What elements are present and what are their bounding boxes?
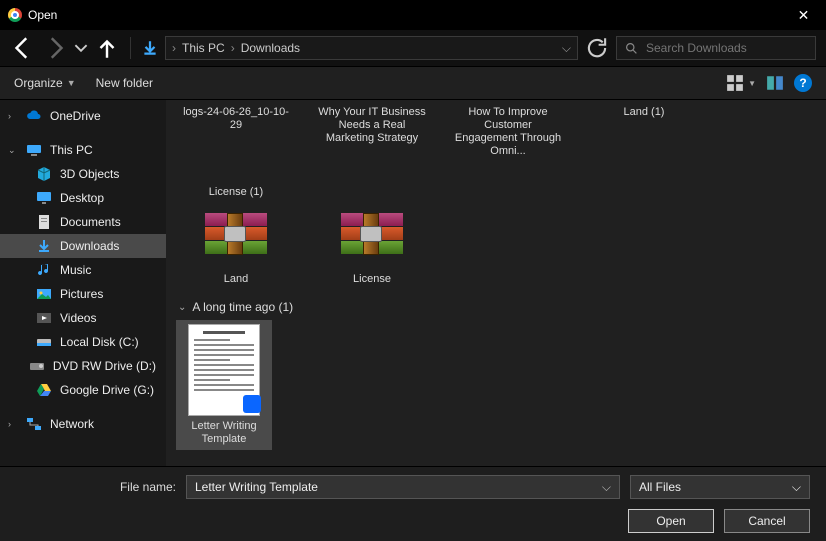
cloud-icon — [26, 108, 42, 124]
sidebar-item-dvd-rw-drive-d-[interactable]: DVD RW Drive (D:) — [0, 354, 166, 378]
filename-value: Letter Writing Template — [195, 480, 318, 494]
file-label: logs-24-06-26_10-10-29 — [181, 106, 291, 132]
filename-input[interactable]: Letter Writing Template ⌵ — [186, 475, 620, 499]
organize-menu[interactable]: Organize ▼ — [14, 76, 76, 90]
navigation-pane: › OneDrive ⌄ This PC 3D Objects Desktop … — [0, 100, 166, 466]
search-box[interactable] — [616, 36, 816, 60]
file-label: Land — [224, 273, 248, 286]
sidebar-item-label: Music — [60, 263, 91, 277]
sidebar-item-desktop[interactable]: Desktop — [0, 186, 166, 210]
file-label: Why Your IT Business Needs a Real Market… — [317, 106, 427, 145]
close-button[interactable]: ✕ — [781, 0, 826, 30]
search-input[interactable] — [646, 41, 807, 55]
download-location-icon — [141, 39, 159, 57]
file-item[interactable]: License (1) — [176, 178, 296, 203]
picture-icon — [36, 286, 52, 302]
preview-pane-button[interactable] — [766, 74, 784, 92]
chevron-down-icon: ⌵ — [792, 480, 801, 495]
pc-icon — [26, 142, 42, 158]
sidebar-item-label: Desktop — [60, 191, 104, 205]
chevron-right-icon: › — [231, 41, 235, 55]
sidebar-item-label: Downloads — [60, 239, 119, 253]
sidebar-item-google-drive-g-[interactable]: Google Drive (G:) — [0, 378, 166, 402]
recent-locations-dropdown[interactable] — [74, 35, 88, 61]
file-item[interactable]: Land — [176, 209, 296, 290]
file-label: Land (1) — [624, 106, 665, 119]
new-folder-label: New folder — [96, 76, 153, 90]
file-label: Letter Writing Template — [180, 420, 268, 446]
group-label: A long time ago (1) — [192, 300, 293, 314]
network-icon — [26, 416, 42, 432]
file-item[interactable]: logs-24-06-26_10-10-29 — [176, 100, 296, 162]
sidebar-label: Network — [50, 417, 94, 431]
archive-icon — [340, 213, 404, 269]
doc-icon — [36, 214, 52, 230]
chevron-right-icon: › — [172, 41, 176, 55]
organize-label: Organize — [14, 76, 63, 90]
sidebar-this-pc[interactable]: ⌄ This PC — [0, 138, 166, 162]
breadcrumb-downloads[interactable]: Downloads — [241, 41, 300, 55]
sidebar-item-local-disk-c-[interactable]: Local Disk (C:) — [0, 330, 166, 354]
file-item[interactable]: Land (1) — [584, 100, 704, 162]
sidebar-onedrive[interactable]: › OneDrive — [0, 104, 166, 128]
file-type-value: All Files — [639, 480, 681, 494]
desktop-icon — [36, 190, 52, 206]
sidebar-item-label: 3D Objects — [60, 167, 119, 181]
group-header[interactable]: ⌄ A long time ago (1) — [178, 300, 816, 314]
filename-label: File name: — [16, 480, 176, 494]
sidebar-label: OneDrive — [50, 109, 101, 123]
sidebar-item-label: Videos — [60, 311, 96, 325]
sidebar-label: This PC — [50, 143, 93, 157]
file-item[interactable]: How To Improve Customer Engagement Throu… — [448, 100, 568, 162]
sidebar-item-3d-objects[interactable]: 3D Objects — [0, 162, 166, 186]
app-icon — [8, 8, 22, 22]
refresh-button[interactable] — [584, 36, 610, 60]
sidebar-network[interactable]: › Network — [0, 412, 166, 436]
sidebar-item-videos[interactable]: Videos — [0, 306, 166, 330]
sidebar-item-label: Documents — [60, 215, 121, 229]
disk-icon — [36, 334, 52, 350]
new-folder-button[interactable]: New folder — [96, 76, 153, 90]
download-icon — [36, 238, 52, 254]
back-button[interactable] — [10, 35, 36, 61]
help-button[interactable]: ? — [794, 74, 812, 92]
address-dropdown[interactable]: ⌵ — [562, 41, 571, 56]
gdrive-icon — [36, 382, 52, 398]
up-button[interactable] — [94, 35, 120, 61]
cancel-button[interactable]: Cancel — [724, 509, 810, 533]
sidebar-item-downloads[interactable]: Downloads — [0, 234, 166, 258]
file-item[interactable]: License — [312, 209, 432, 290]
filename-dropdown[interactable]: ⌵ — [602, 480, 611, 495]
forward-button[interactable] — [42, 35, 68, 61]
archive-icon — [204, 213, 268, 269]
file-list[interactable]: logs-24-06-26_10-10-29 Why Your IT Busine… — [166, 100, 826, 466]
sidebar-item-label: Local Disk (C:) — [60, 335, 139, 349]
breadcrumb-this-pc[interactable]: This PC — [182, 41, 225, 55]
address-bar[interactable]: › This PC › Downloads ⌵ — [165, 36, 578, 60]
file-type-select[interactable]: All Files ⌵ — [630, 475, 810, 499]
sidebar-item-documents[interactable]: Documents — [0, 210, 166, 234]
sidebar-item-pictures[interactable]: Pictures — [0, 282, 166, 306]
sidebar-item-label: Google Drive (G:) — [60, 383, 154, 397]
file-label: How To Improve Customer Engagement Throu… — [453, 106, 563, 158]
file-item[interactable]: Why Your IT Business Needs a Real Market… — [312, 100, 432, 162]
dvd-icon — [29, 358, 45, 374]
file-label: License — [353, 273, 391, 286]
video-icon — [36, 310, 52, 326]
cube-icon — [36, 166, 52, 182]
sidebar-item-label: Pictures — [60, 287, 103, 301]
file-item-letter-writing-template[interactable]: Letter Writing Template — [176, 320, 272, 450]
view-options-button[interactable] — [726, 74, 744, 92]
open-button[interactable]: Open — [628, 509, 714, 533]
chevron-down-icon: ⌄ — [178, 302, 186, 313]
music-icon — [36, 262, 52, 278]
sidebar-item-label: DVD RW Drive (D:) — [53, 359, 156, 373]
sidebar-item-music[interactable]: Music — [0, 258, 166, 282]
file-label: License (1) — [209, 186, 263, 199]
document-thumbnail — [188, 324, 260, 416]
window-title: Open — [28, 8, 781, 22]
search-icon — [625, 42, 638, 55]
